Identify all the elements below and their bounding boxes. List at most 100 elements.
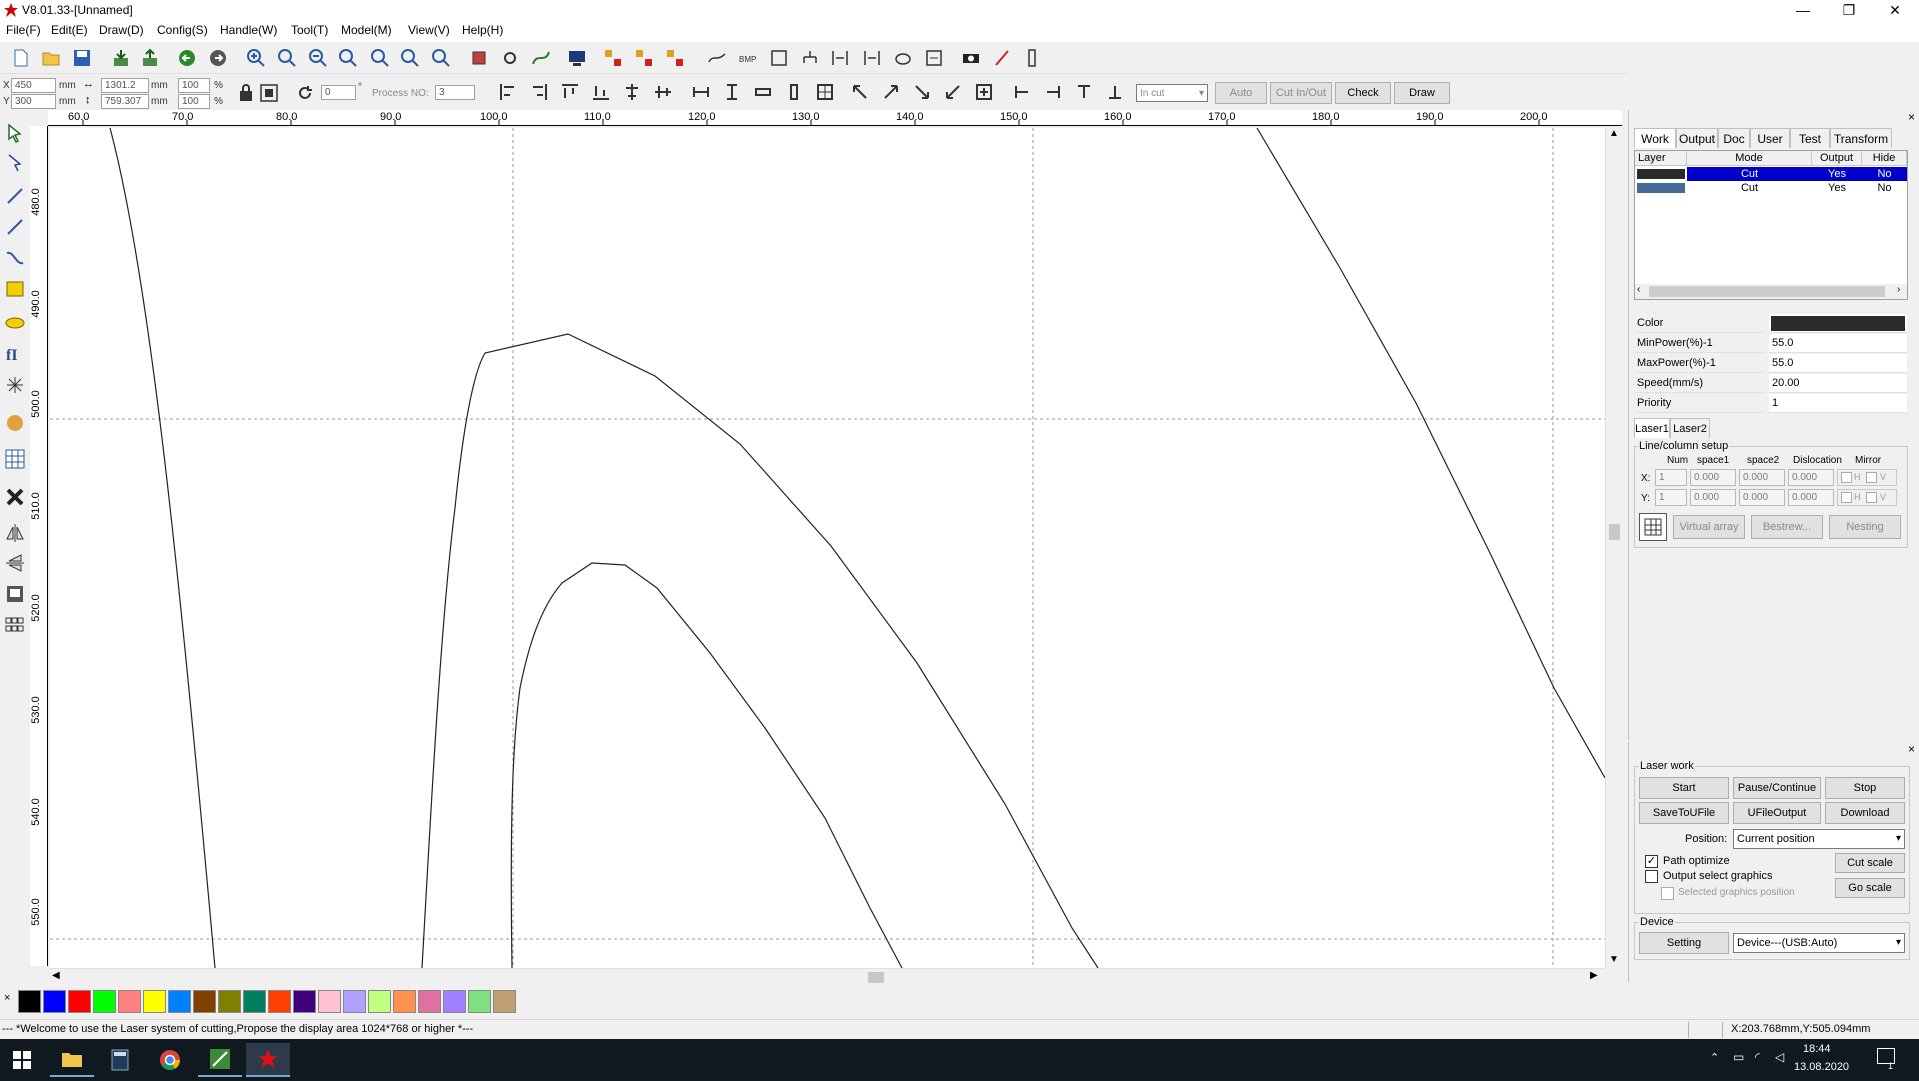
zoom-select-icon[interactable]	[399, 47, 421, 69]
menu-view[interactable]: View(V)	[408, 23, 450, 37]
text-tool-icon[interactable]: fI	[2, 340, 28, 366]
height-input[interactable]: 759.307	[101, 94, 149, 109]
tab-laser1[interactable]: Laser1	[1634, 418, 1670, 438]
color-swatch[interactable]	[268, 990, 291, 1013]
same-size-h-icon[interactable]	[752, 81, 774, 103]
start-windows-icon[interactable]	[0, 1043, 44, 1077]
horizontal-scrollbar[interactable]: ◀ ▶	[50, 968, 1605, 985]
array-grid-button[interactable]	[1639, 513, 1667, 541]
close-button[interactable]: ✕	[1872, 0, 1918, 20]
tree-icon[interactable]	[799, 47, 821, 69]
panel-close-icon[interactable]: ×	[1908, 110, 1915, 124]
color-swatch[interactable]	[68, 990, 91, 1013]
move-center-icon[interactable]	[973, 81, 995, 103]
color-swatch[interactable]	[318, 990, 341, 1013]
color-swatch[interactable]	[168, 990, 191, 1013]
align-vcenter-icon[interactable]	[652, 81, 674, 103]
color-swatch[interactable]	[468, 990, 491, 1013]
drawing-canvas[interactable]	[50, 128, 1605, 968]
pause-continue-button[interactable]: Pause/Continue	[1733, 777, 1821, 799]
scroll-up-icon[interactable]: ▲	[1609, 128, 1619, 139]
wifi-icon[interactable]: ◜	[1755, 1050, 1760, 1064]
scale-x-input[interactable]: 100	[178, 78, 210, 93]
menu-help[interactable]: Help(H)	[462, 23, 503, 37]
curve-icon[interactable]	[2, 245, 28, 271]
distribute-right-icon[interactable]	[1042, 81, 1064, 103]
align-hcenter-icon[interactable]	[621, 81, 643, 103]
scroll-down-icon[interactable]: ▼	[1609, 954, 1619, 965]
cut-in-out-button[interactable]: Cut In/Out	[1270, 82, 1332, 104]
align-right-icon[interactable]	[528, 81, 550, 103]
setting-button[interactable]: Setting	[1639, 932, 1729, 954]
polyline-icon[interactable]	[2, 214, 28, 240]
bmp-icon[interactable]: BMP	[737, 47, 759, 69]
align-left-icon[interactable]	[497, 81, 519, 103]
array-x-space1-input[interactable]: 0.000	[1690, 469, 1736, 486]
distribute-width-icon[interactable]	[861, 47, 883, 69]
layer-row[interactable]: Cut Yes No	[1635, 167, 1907, 181]
tab-transform[interactable]: Transform	[1830, 128, 1892, 148]
menu-file[interactable]: File(F)	[6, 23, 41, 37]
export-icon[interactable]	[139, 47, 161, 69]
zoom-page-icon[interactable]	[369, 47, 391, 69]
mirror-v-checkbox[interactable]	[1866, 492, 1877, 503]
color-swatch[interactable]	[368, 990, 391, 1013]
preview-icon[interactable]	[566, 47, 588, 69]
cut-path-inner-arch[interactable]	[510, 562, 903, 968]
clock-date[interactable]: 13.08.2020	[1794, 1061, 1849, 1073]
new-file-icon[interactable]	[10, 47, 32, 69]
color-swatch[interactable]	[393, 990, 416, 1013]
layer-output-cell[interactable]: Yes	[1812, 167, 1862, 181]
scroll-thumb[interactable]	[1609, 524, 1620, 540]
save-icon[interactable]	[71, 47, 93, 69]
bestrew-button[interactable]: Bestrew...	[1751, 515, 1823, 539]
array-x-space2-input[interactable]: 0.000	[1739, 469, 1785, 486]
color-swatch[interactable]	[493, 990, 516, 1013]
cut-path-outer-arch[interactable]	[421, 333, 1099, 968]
color-swatch[interactable]	[193, 990, 216, 1013]
distribute-left-icon[interactable]	[1011, 81, 1033, 103]
color-swatch[interactable]	[218, 990, 241, 1013]
mirror-h-checkbox[interactable]	[1841, 472, 1852, 483]
layer-mode-cell[interactable]: Cut	[1687, 167, 1812, 181]
move-top-right-icon[interactable]	[880, 81, 902, 103]
array-y-dislocation-input[interactable]: 0.000	[1788, 489, 1834, 506]
check-button[interactable]: Check	[1335, 82, 1391, 104]
sort-manual-icon[interactable]	[664, 47, 686, 69]
cloud-icon[interactable]	[892, 47, 914, 69]
color-swatch[interactable]	[418, 990, 441, 1013]
color-swatch[interactable]	[18, 990, 41, 1013]
distribute-bottom-icon[interactable]	[1104, 81, 1126, 103]
volume-icon[interactable]: ◁	[1775, 1050, 1784, 1064]
tab-laser2[interactable]: Laser2	[1670, 418, 1710, 438]
tab-doc[interactable]: Doc	[1718, 128, 1750, 148]
tab-work[interactable]: Work	[1634, 128, 1676, 148]
menu-tool[interactable]: Tool(T)	[291, 23, 328, 37]
go-scale-button[interactable]: Go scale	[1835, 878, 1905, 898]
smooth-curve-icon[interactable]	[706, 47, 728, 69]
same-size-v-icon[interactable]	[783, 81, 805, 103]
lead-in-icon[interactable]	[923, 47, 945, 69]
color-swatch[interactable]	[293, 990, 316, 1013]
scroll-left-icon[interactable]: ◀	[52, 970, 60, 981]
tray-chevron-icon[interactable]: ⌃	[1710, 1051, 1719, 1064]
open-folder-icon[interactable]	[40, 47, 62, 69]
menu-model[interactable]: Model(M)	[341, 23, 392, 37]
layer-table-scrollbar[interactable]: ‹ ›	[1635, 284, 1907, 299]
scale-y-input[interactable]: 100	[178, 94, 210, 109]
cut-mode-select[interactable]: In cut ▾	[1136, 84, 1208, 102]
cut-path-left[interactable]	[109, 128, 216, 968]
sort-icon[interactable]	[602, 47, 624, 69]
mirror-horizontal-icon[interactable]	[2, 520, 28, 546]
priority-input[interactable]: 1	[1769, 394, 1907, 413]
restore-button[interactable]: ❐	[1826, 0, 1872, 20]
apply-size-icon[interactable]	[258, 82, 280, 104]
same-height-icon[interactable]	[721, 81, 743, 103]
menu-config[interactable]: Config(S)	[157, 23, 208, 37]
layer-mode-cell[interactable]: Cut	[1687, 181, 1812, 195]
color-swatch[interactable]	[143, 990, 166, 1013]
scroll-right-icon[interactable]: ›	[1897, 284, 1900, 295]
layer-hide-cell[interactable]: No	[1862, 167, 1907, 181]
y-position-input[interactable]: 300	[11, 94, 56, 109]
distribute-top-icon[interactable]	[1073, 81, 1095, 103]
